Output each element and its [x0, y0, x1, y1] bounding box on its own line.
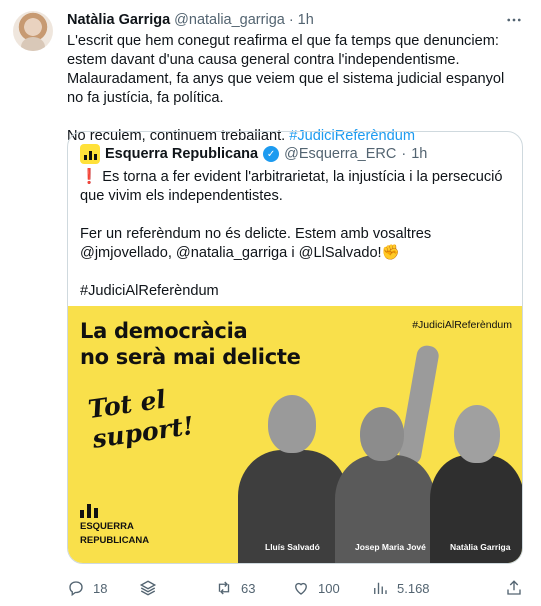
quoted-hashtag[interactable]: #JudiciAlReferèndum	[80, 282, 512, 301]
tweet-text: L'escrit que hem conegut reafirma el que…	[67, 32, 523, 146]
share-icon	[507, 580, 521, 595]
like-count: 100	[318, 580, 340, 596]
verified-icon: ✓	[263, 146, 280, 162]
poster-hashtag: #JudiciAlReferèndum	[412, 319, 512, 331]
separator: ·	[288, 12, 294, 28]
retweet-icon	[218, 581, 230, 595]
more-icon[interactable]	[504, 10, 524, 30]
poster-logo-line-2: REPUBLICANA	[80, 535, 150, 546]
reply-count: 18	[93, 580, 108, 596]
reply-icon	[69, 581, 83, 597]
erc-mark-icon	[80, 502, 149, 518]
quoted-tweet-time[interactable]: 1h	[411, 146, 427, 162]
analytics-icon	[374, 582, 387, 594]
tweet-actions: 18 63 100 5.168	[67, 577, 523, 599]
person-caption-1: Lluís Salvadó	[265, 542, 320, 552]
tweet-time[interactable]: 1h	[298, 12, 314, 28]
tweet: Natàlia Garriga @natalia_garriga · 1h L'…	[0, 0, 541, 606]
tweet-header: Natàlia Garriga @natalia_garriga · 1h	[67, 11, 314, 29]
exclamation-icon: ❗	[80, 169, 99, 185]
poster-logo: ESQUERRA REPUBLICANA	[80, 502, 149, 546]
campaign-image[interactable]: La democràcia no serà mai delicte #Judic…	[68, 306, 522, 563]
separator: ·	[401, 146, 407, 162]
retweet-button[interactable]: 63	[215, 577, 255, 599]
quoted-tweet[interactable]: Esquerra Republicana ✓ @Esquerra_ERC · 1…	[67, 131, 523, 564]
poster-logo-line-1: ESQUERRA	[80, 521, 134, 532]
quoted-tweet-text: ❗ Es torna a fer evident l'arbitrarietat…	[80, 168, 512, 301]
erc-logo-icon	[80, 144, 100, 164]
poster-headline-line-2: no serà mai delicte	[80, 345, 301, 369]
reply-button[interactable]: 18	[67, 577, 107, 599]
author-name[interactable]: Natàlia Garriga	[67, 12, 170, 28]
person-photo-3	[430, 385, 522, 563]
quoted-line-1: ❗ Es torna a fer evident l'arbitrarietat…	[80, 168, 512, 206]
author-handle[interactable]: @natalia_garriga	[174, 12, 285, 28]
person-caption-2: Josep Maria Jové	[355, 542, 426, 552]
layers-icon	[139, 580, 157, 596]
tweet-paragraph-1: L'escrit que hem conegut reafirma el que…	[67, 33, 505, 106]
poster-headline-line-1: La democràcia	[80, 319, 248, 343]
quoted-tweet-header: Esquerra Republicana ✓ @Esquerra_ERC · 1…	[80, 144, 427, 164]
views-button[interactable]: 5.168	[371, 577, 430, 599]
quoted-author-handle[interactable]: @Esquerra_ERC	[284, 146, 396, 162]
like-button[interactable]: 100	[292, 577, 340, 599]
layers-button[interactable]	[139, 577, 157, 599]
heart-icon	[295, 582, 307, 595]
view-count: 5.168	[397, 580, 430, 596]
share-button[interactable]	[505, 577, 523, 599]
more-horizontal-icon	[507, 18, 521, 22]
poster-script-text: Tot el suport!	[86, 381, 195, 455]
quoted-line-1-text: Es torna a fer evident l'arbitrarietat, …	[80, 169, 503, 204]
retweet-count: 63	[241, 580, 256, 596]
person-caption-3: Natàlia Garriga	[450, 542, 511, 552]
quoted-author-name[interactable]: Esquerra Republicana	[105, 146, 258, 162]
poster-headline: La democràcia no serà mai delicte	[80, 318, 301, 370]
quoted-line-2: Fer un referèndum no és delicte. Estem a…	[80, 226, 432, 261]
avatar[interactable]	[13, 11, 53, 51]
person-photo-2	[330, 344, 441, 563]
